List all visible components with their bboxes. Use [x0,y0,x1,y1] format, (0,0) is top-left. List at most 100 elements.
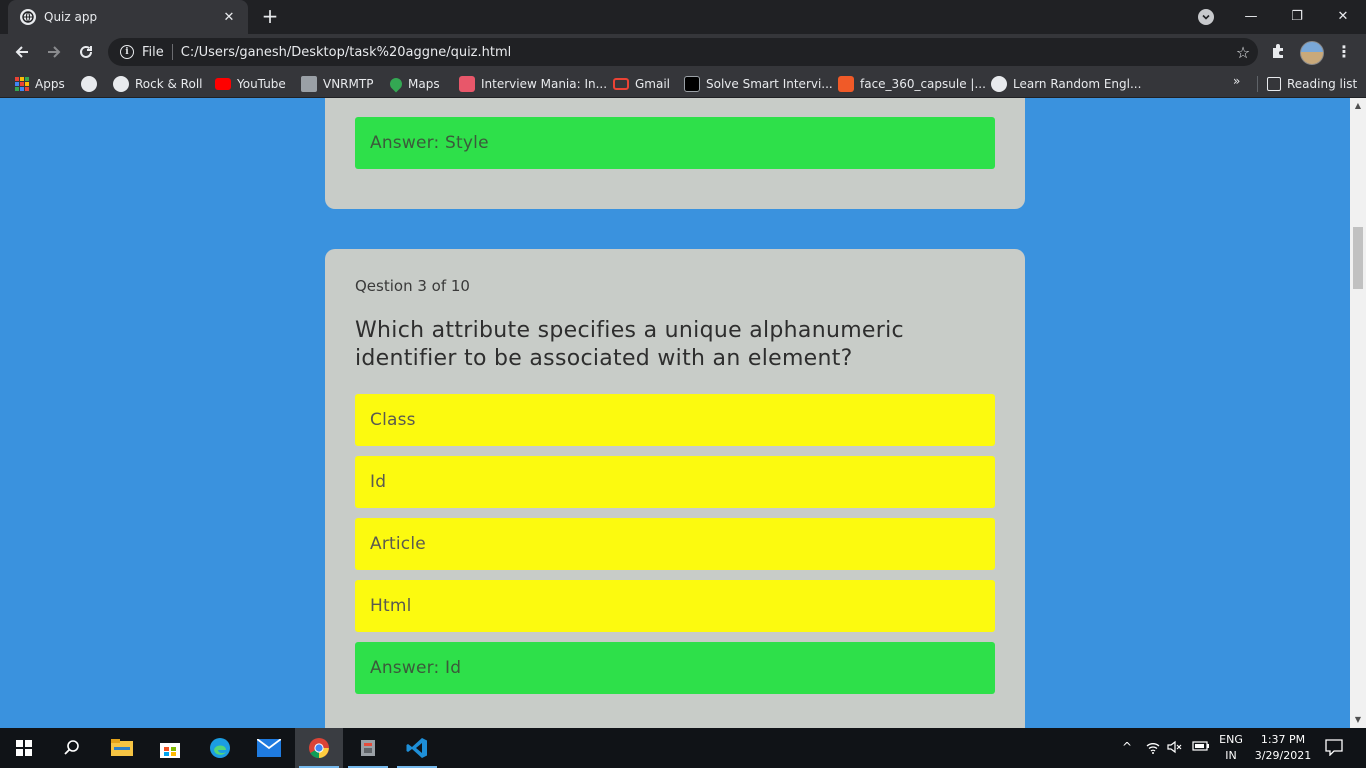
quiz-page: Answer: Style Qestion 3 of 10 Which attr… [0,98,1350,728]
maps-pin-icon [387,75,405,93]
globe-icon [81,76,97,92]
profile-avatar[interactable] [1300,41,1324,65]
question-card-current: Qestion 3 of 10 Which attribute specifie… [325,249,1025,728]
chevron-down-icon [1202,14,1210,20]
bookmark-label: Maps [408,77,440,91]
reload-button[interactable] [72,38,100,66]
question-card-previous: Answer: Style [325,98,1025,209]
youtube-icon [215,78,231,90]
url-text[interactable]: C:/Users/ganesh/Desktop/task%20aggne/qui… [181,45,1228,60]
bookmarks-divider [1257,76,1258,92]
chrome-menu-icon[interactable]: ⋮ [1336,40,1352,64]
bookmark-label: face_360_capsule |... [860,77,986,91]
option-html[interactable]: Html [355,580,995,632]
scrollbar-thumb[interactable] [1353,227,1363,289]
reading-list-label: Reading list [1287,77,1358,91]
scheme-label: File [142,44,164,60]
arrow-left-icon [15,46,28,58]
option-id[interactable]: Id [355,456,995,508]
address-bar[interactable]: i File C:/Users/ganesh/Desktop/task%20ag… [108,38,1258,66]
bookmark-youtube[interactable]: YouTube [215,74,286,94]
bookmark-label: Solve Smart Intervi... [706,77,833,91]
bookmark-smart-interviews[interactable]: Solve Smart Intervi... [684,74,833,94]
new-tab-button[interactable]: + [258,4,282,28]
bookmark-label: YouTube [237,77,286,91]
app-icon[interactable] [344,728,392,768]
forward-button[interactable] [40,38,68,66]
volume-muted-icon[interactable] [1167,740,1183,757]
question-text: Which attribute specifies a unique alpha… [355,318,904,371]
bookmarks-bar: Apps Rock & Roll YouTube VNRMTP Maps Int… [0,70,1366,98]
wordpress-icon [991,76,1007,92]
battery-icon[interactable] [1192,740,1210,755]
search-icon[interactable] [48,728,96,768]
notifications-icon[interactable] [1325,738,1343,759]
close-window-button[interactable]: ✕ [1320,0,1366,32]
question-number: Qestion 3 of 10 [355,277,470,295]
edge-icon[interactable] [196,728,244,768]
apps-grid-icon [15,77,29,91]
clock[interactable]: 1:37 PM 3/29/2021 [1252,732,1314,764]
tab-quiz-app[interactable]: Quiz app ✕ [8,0,248,34]
bookmark-vnrmtp[interactable]: VNRMTP [301,74,373,94]
restore-button[interactable]: ❐ [1274,0,1320,32]
reload-icon [80,45,92,58]
minimize-button[interactable]: — [1228,0,1274,32]
bookmark-face-capsule[interactable]: face_360_capsule |... [838,74,986,94]
bookmark-label: Gmail [635,77,671,91]
option-article[interactable]: Article [355,518,995,570]
reading-list-button[interactable]: Reading list [1267,74,1357,94]
bookmark-rock-and-roll[interactable]: Rock & Roll [113,74,202,94]
face-capsule-icon [838,76,854,92]
tab-close-icon[interactable]: ✕ [220,10,238,25]
tab-search-button[interactable] [1198,9,1214,25]
browser-toolbar: i File C:/Users/ganesh/Desktop/task%20ag… [0,34,1366,70]
omnibox-divider [171,44,173,60]
bookmark-apps[interactable]: Apps [15,74,65,94]
globe-icon [20,9,36,25]
answer-box: Answer: Id [355,642,995,694]
bookmark-label: Rock & Roll [135,77,203,91]
reading-list-icon [1267,77,1281,91]
interview-mania-icon [459,76,475,92]
bookmark-star-icon[interactable]: ☆ [1228,43,1258,62]
bookmark-label: Learn Random Engl... [1013,77,1142,91]
bookmark-learn-english[interactable]: Learn Random Engl... [991,74,1141,94]
region-code: IN [1225,749,1237,762]
bookmark-gmail[interactable]: Gmail [613,74,670,94]
extensions-puzzle-icon[interactable] [1270,42,1288,60]
chrome-icon[interactable] [295,728,343,768]
info-icon[interactable]: i [120,45,134,59]
bookmark-label: Interview Mania: In... [481,77,608,91]
tab-title: Quiz app [44,10,98,24]
bookmark-maps[interactable]: Maps [387,74,440,94]
scroll-up-icon[interactable]: ▲ [1350,98,1366,114]
vnrmtp-icon [301,76,317,92]
globe-icon [113,76,129,92]
vscode-icon[interactable] [393,728,441,768]
tab-strip: Quiz app ✕ + — ❐ ✕ [0,0,1366,34]
bookmark-globe[interactable] [81,74,97,94]
bookmark-interview-mania[interactable]: Interview Mania: In... [459,74,607,94]
bookmarks-overflow-button[interactable]: » [1233,74,1240,88]
option-class[interactable]: Class [355,394,995,446]
store-icon[interactable] [146,728,194,768]
page-scrollbar[interactable]: ▲ ▼ [1350,98,1366,728]
wifi-icon[interactable] [1146,740,1160,757]
windows-taskbar: ^ ENG IN 1:37 PM 3/29/2021 [0,728,1366,768]
back-button[interactable] [8,38,36,66]
scroll-down-icon[interactable]: ▼ [1350,712,1366,728]
clock-date: 3/29/2021 [1254,749,1312,762]
chevron-up-icon[interactable]: ^ [1122,740,1132,754]
file-explorer-icon[interactable] [98,728,146,768]
language-indicator[interactable]: ENG IN [1214,732,1248,764]
gmail-icon [613,78,629,90]
answer-box: Answer: Style [355,117,995,169]
windows-start-icon[interactable] [0,728,48,768]
smart-interviews-icon [684,76,700,92]
language-code: ENG [1219,733,1243,746]
arrow-right-icon [48,46,61,58]
mail-icon[interactable] [245,728,293,768]
clock-time: 1:37 PM [1260,733,1306,746]
bookmark-label: Apps [35,77,65,91]
